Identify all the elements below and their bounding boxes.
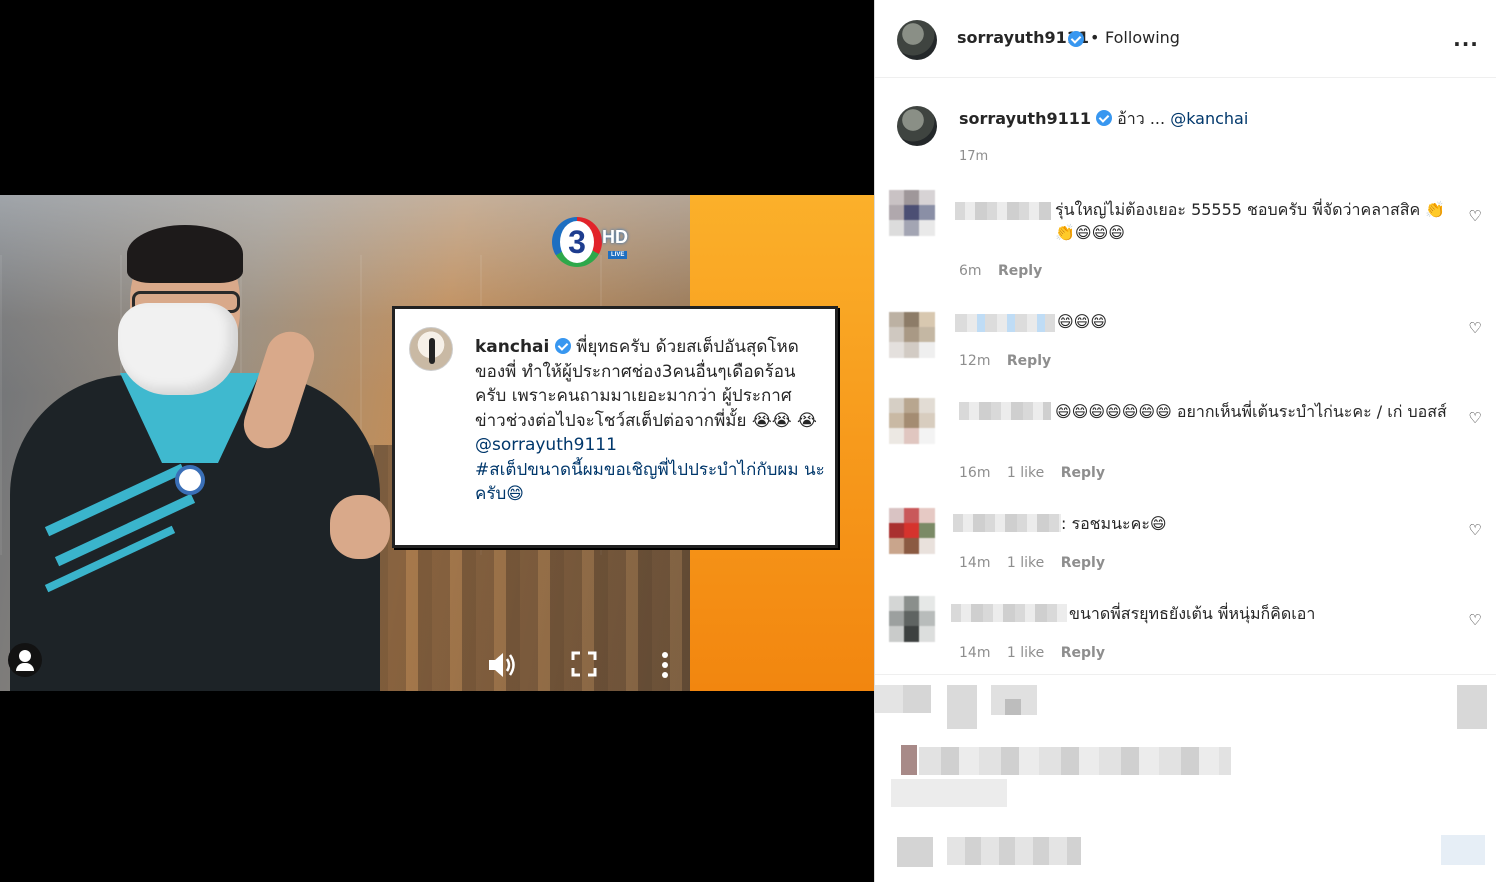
comment-text: ขนาดพี่สรยุทธยังเต้น พี่หนุ่มก็คิดเอา [1069,604,1316,623]
jacket-badge [175,465,205,495]
comment-likes[interactable]: 1 like [1007,645,1044,661]
blur-block [1005,699,1021,715]
reply-button[interactable]: Reply [1007,353,1051,369]
heart-outline-icon[interactable]: ♡ [1467,612,1483,628]
quoted-user-avatar [409,327,453,371]
comment-meta: 6m Reply [959,262,1054,280]
verified-badge-icon [1068,31,1084,47]
person-icon[interactable] [8,643,42,677]
quoted-mention: @sorrayuth9111 [475,435,617,455]
heart-outline-icon[interactable]: ♡ [1467,522,1483,538]
blurred-username[interactable] [951,604,1067,622]
separator-dot: • [1090,28,1100,47]
comment-meta: 16m 1 like Reply [959,464,1117,482]
comment-time[interactable]: 14m [959,645,990,661]
blurred-avatar[interactable] [889,190,935,236]
blurred-username[interactable] [959,402,1051,420]
blur-block [919,747,1231,775]
caption-timestamp[interactable]: 17m [959,148,988,166]
comment-time[interactable]: 14m [959,555,990,571]
quoted-hashtag: #สเต็ปขนาดนี้ผมขอเชิญพี่ไปประบำไก่กับผม … [475,459,825,505]
caption-username[interactable]: sorrayuth9111 [959,109,1091,128]
comment-likes[interactable]: 1 like [1007,555,1044,571]
more-options-icon[interactable]: ... [1451,24,1481,54]
comment-meta: 14m 1 like Reply [959,554,1117,572]
fullscreen-icon[interactable] [570,650,598,678]
reply-button[interactable]: Reply [1061,555,1105,571]
blur-block [901,745,917,775]
comment-text: 😄😄😄 [1057,312,1108,331]
comment-meta: 14m 1 like Reply [959,644,1117,662]
blur-block [891,779,1007,807]
reply-button[interactable]: Reply [1061,645,1105,661]
blurred-username[interactable] [955,314,1055,332]
channel-logo-number: 3 [560,221,594,263]
blurred-username[interactable] [955,202,1051,220]
channel-logo-live: LIVE [608,251,628,259]
channel-3-logo: 3 HD LIVE [552,217,642,267]
quoted-comment-body: kanchai พี่ยุทธครับ ด้วยสเต็ปอันสุดโหด ข… [475,335,825,507]
quoted-username: kanchai [475,337,550,357]
blur-block [875,685,903,713]
person-icon-body [16,663,34,671]
following-button[interactable]: Following [1105,27,1180,49]
speaker-icon[interactable] [486,650,518,680]
heart-outline-icon[interactable]: ♡ [1467,410,1483,426]
verified-badge-icon [554,338,571,354]
comment-time[interactable]: 16m [959,465,990,481]
blur-block [947,685,977,729]
comment-time[interactable]: 6m [959,263,982,279]
post-header: sorrayuth9111 • Following ... [875,0,1496,78]
avatar[interactable] [897,20,937,60]
comment-text: 😄😄😄😄😄😄😄 อยากเห็นพี่เต้นระบำไก่นะคะ / เก่… [1055,402,1447,421]
heart-outline-icon[interactable]: ♡ [1467,320,1483,336]
presenter-face-mask [118,303,238,395]
blur-block [1457,685,1487,729]
caption-avatar[interactable] [897,106,937,146]
vertical-dots-icon[interactable] [650,650,680,680]
reply-button[interactable]: Reply [998,263,1042,279]
blurred-avatar[interactable] [889,596,935,642]
comment-likes[interactable]: 1 like [1007,465,1044,481]
blur-block [897,837,933,867]
media-viewer: 3 HD LIVE kanchai พี่ยุทธครับ ด้วยสเต็ปอ… [0,0,874,882]
channel-logo-hd: HD [602,227,628,247]
caption-text: อ้าว ... [1112,109,1171,128]
blurred-avatar[interactable] [889,398,935,444]
verified-badge-icon [1096,110,1113,126]
post-side-panel: sorrayuth9111 • Following ... sorrayuth9… [874,0,1496,882]
comment-text: รุ่นใหญ่ไม่ต้องเยอะ 55555 ชอบครับ พี่จัด… [1055,200,1446,242]
blurred-avatar[interactable] [889,312,935,358]
comment-time[interactable]: 12m [959,353,990,369]
comment-text: : รอชมนะคะ😄 [1061,514,1167,533]
heart-outline-icon[interactable]: ♡ [1467,208,1483,224]
blurred-username[interactable] [953,514,1061,532]
quoted-instagram-comment: kanchai พี่ยุทธครับ ด้วยสเต็ปอันสุดโหด ข… [392,306,838,548]
presenter-fist [330,495,390,559]
post-caption: sorrayuth9111 อ้าว ... @kanchai [959,108,1248,130]
caption-mention[interactable]: @kanchai [1170,109,1248,128]
reply-button[interactable]: Reply [1061,465,1105,481]
blur-block [1441,835,1485,865]
blurred-actions-area [875,674,1496,882]
presenter-hair [127,225,243,283]
person-icon-head [19,650,31,662]
blurred-avatar[interactable] [889,508,935,554]
news-presenter [0,195,420,691]
comment-meta: 12m Reply [959,352,1063,370]
video-player[interactable]: 3 HD LIVE kanchai พี่ยุทธครับ ด้วยสเต็ปอ… [0,195,874,691]
blur-block [947,837,1081,865]
blur-block [903,685,931,713]
